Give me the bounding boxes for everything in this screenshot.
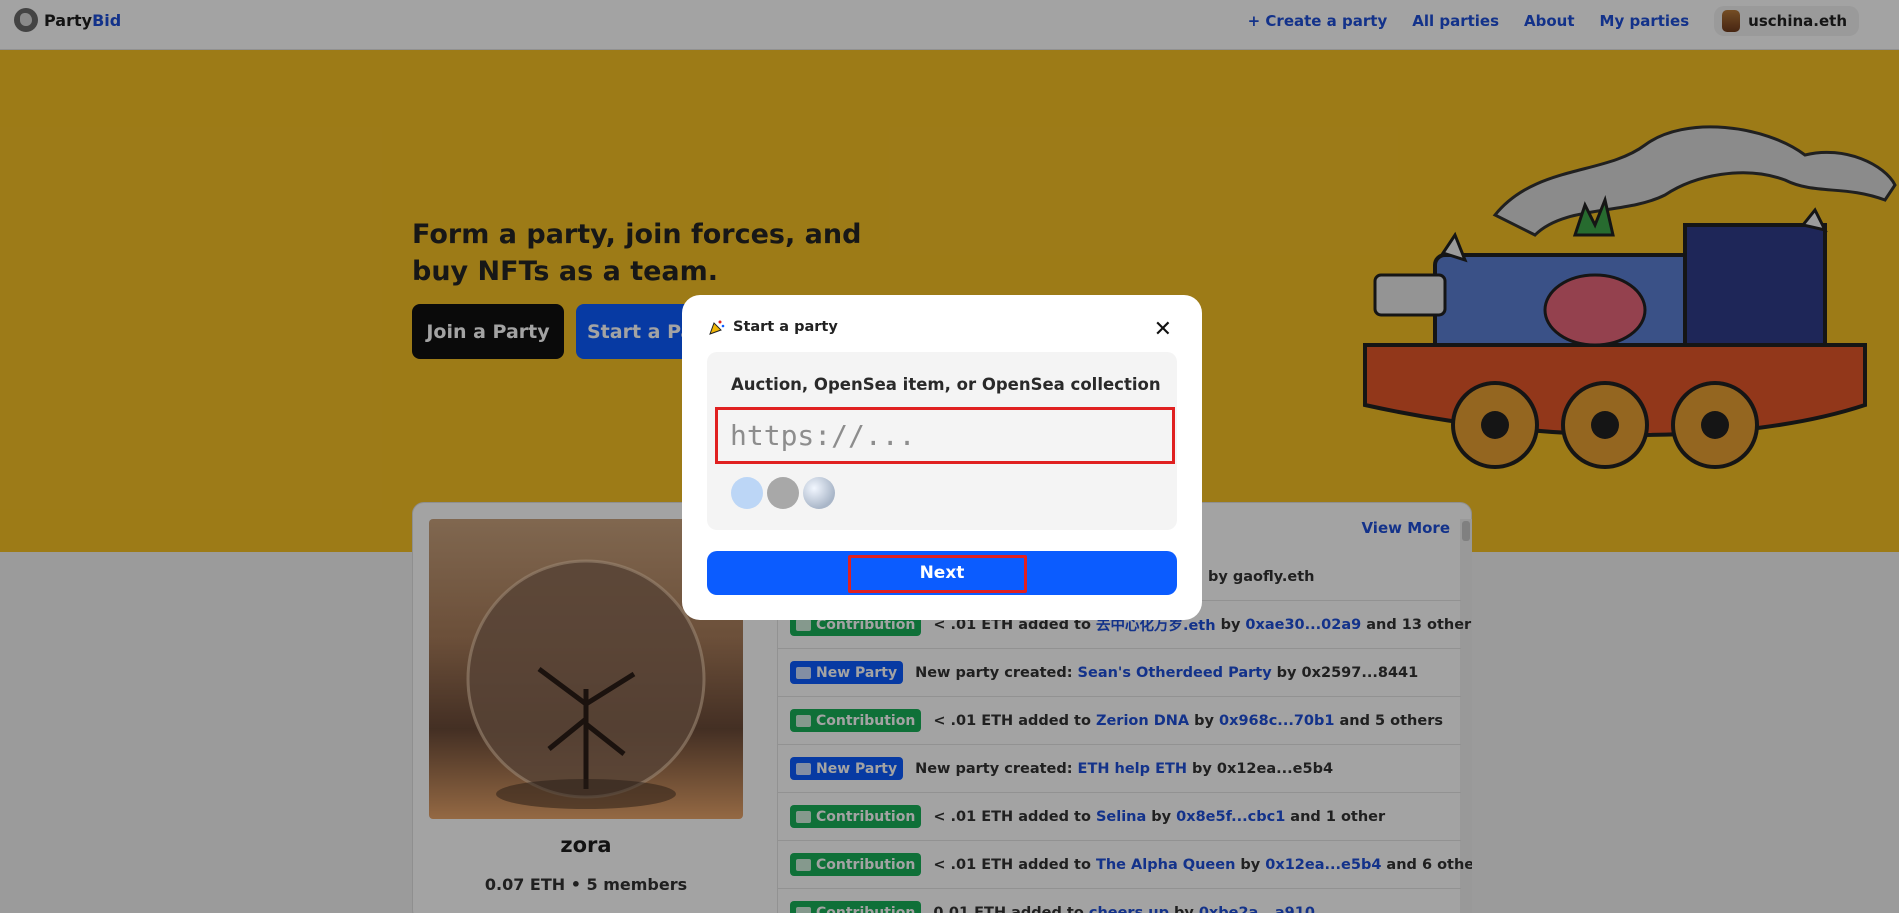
foundation-icon xyxy=(767,477,799,509)
start-party-modal: Start a party ✕ Auction, OpenSea item, o… xyxy=(682,295,1202,620)
url-field-box: Auction, OpenSea item, or OpenSea collec… xyxy=(707,352,1177,530)
opensea-icon xyxy=(731,477,763,509)
party-popper-icon xyxy=(709,320,725,335)
next-button[interactable]: Next xyxy=(707,551,1177,595)
close-icon[interactable]: ✕ xyxy=(1154,317,1172,342)
modal-header: Start a party xyxy=(709,319,838,335)
source-icons xyxy=(731,477,835,509)
next-button-label: Next xyxy=(919,563,965,583)
zora-icon xyxy=(803,477,835,509)
modal-title: Start a party xyxy=(733,319,838,335)
url-field-label: Auction, OpenSea item, or OpenSea collec… xyxy=(731,375,1161,394)
auction-url-input[interactable] xyxy=(715,407,1175,464)
